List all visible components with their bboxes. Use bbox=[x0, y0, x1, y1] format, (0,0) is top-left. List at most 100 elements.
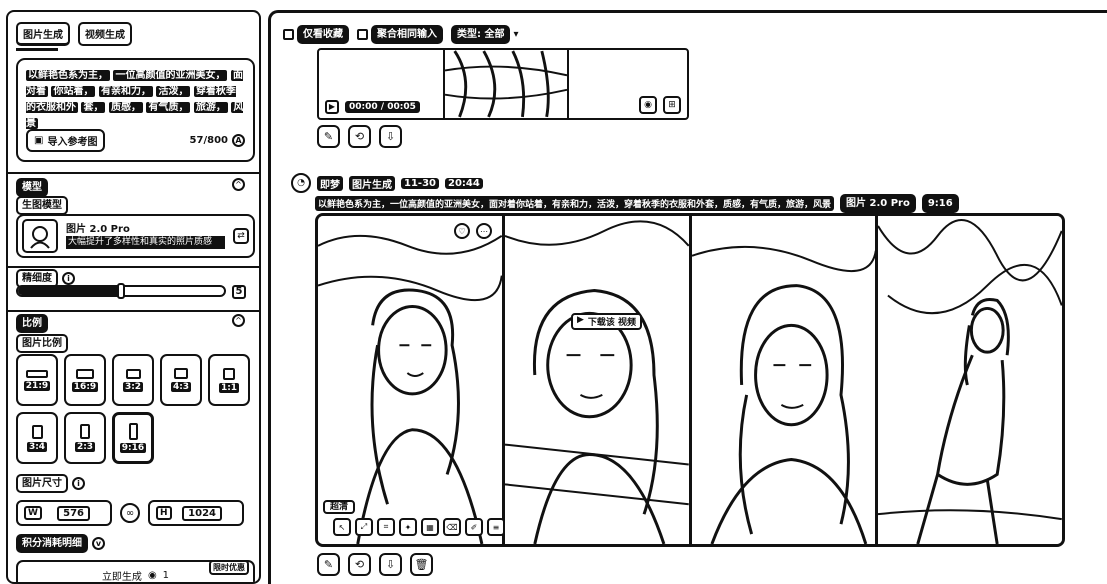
prompt-segment: 有亲和力， bbox=[98, 86, 153, 97]
video-controls: ▶ 00:00 / 00:05 bbox=[325, 100, 420, 114]
result-image[interactable] bbox=[691, 216, 879, 544]
cursor-icon[interactable]: ↖ bbox=[333, 518, 351, 536]
magic-icon[interactable]: ✦ bbox=[399, 518, 417, 536]
generate-label: 立即生成 bbox=[101, 571, 142, 583]
checkbox-icon[interactable] bbox=[283, 29, 294, 40]
height-value[interactable]: 1024 bbox=[182, 505, 222, 521]
regenerate-icon[interactable]: ⟲ bbox=[348, 553, 371, 576]
result-image[interactable] bbox=[504, 216, 692, 544]
ratio-sub-title: 图片比例 bbox=[16, 334, 68, 353]
collapse-icon[interactable]: ^ bbox=[232, 178, 245, 191]
prompt-segment: 质感， bbox=[108, 102, 143, 113]
chevron-down-icon[interactable]: v bbox=[92, 537, 105, 550]
hd-badge-wrap: 超清 bbox=[323, 499, 356, 514]
ratio-option[interactable]: 9:16 bbox=[112, 412, 154, 464]
ratio-shape-icon bbox=[223, 367, 235, 380]
record-app: 即梦 bbox=[317, 175, 343, 191]
portrait-image bbox=[878, 218, 1062, 544]
prompt-footer: ▣ 导入参考图 57/800 A bbox=[26, 129, 245, 152]
ratio-option[interactable]: 3:4 bbox=[16, 412, 58, 464]
type-label: 类型: 全部 bbox=[451, 25, 511, 44]
more-icon[interactable]: ⋯ bbox=[476, 223, 492, 239]
record-ratio-tag: 9:16 bbox=[921, 194, 959, 213]
video-preview[interactable]: ▶ 00:00 / 00:05 ◉ ⊞ bbox=[317, 48, 689, 120]
ratio-label: 1:1 bbox=[218, 382, 240, 393]
generate-button[interactable]: 立即生成 ◉ 1 限时优惠 bbox=[16, 560, 255, 583]
type-filter[interactable]: 类型: 全部 ▾ bbox=[451, 25, 519, 44]
record-prompt-row: 以鲜艳色系为主，一位高颜值的亚洲美女，面对着你站着，有亲和力，活泼，穿着秋季的衣… bbox=[315, 194, 959, 213]
settings-panel: 图片生成 视频生成 以鲜艳色系为主， 一位高颜值的亚洲美女， 面对着 你站着， … bbox=[6, 10, 261, 584]
video-frame-image bbox=[444, 50, 568, 118]
size-inputs: W 576 ∞ H 1024 bbox=[16, 500, 255, 526]
download-tooltip: ▶ 下载该 视频 bbox=[571, 313, 643, 330]
width-key: W bbox=[24, 506, 42, 520]
crop-icon[interactable]: ⌗ bbox=[377, 518, 395, 536]
image-tools: ↖ ⤢ ⌗ ✦ ▦ ⌫ ✐ ≡ bbox=[333, 518, 505, 536]
slider-handle[interactable] bbox=[117, 283, 125, 299]
play-icon[interactable]: ▶ bbox=[325, 100, 339, 114]
ratio-option[interactable]: 21:9 bbox=[16, 354, 58, 406]
record-prompt[interactable]: 以鲜艳色系为主，一位高颜值的亚洲美女，面对着你站着，有亲和力，活泼，穿着秋季的衣… bbox=[315, 196, 835, 211]
download-icon[interactable]: ⇩ bbox=[379, 553, 402, 576]
prompt-segment: 以鲜艳色系为主， bbox=[26, 70, 110, 81]
ratio-option[interactable]: 1:1 bbox=[208, 354, 250, 406]
cost-row[interactable]: 积分消耗明细 v bbox=[16, 534, 105, 553]
generate-cost: 1 bbox=[162, 569, 170, 581]
edit-icon[interactable]: ✎ bbox=[317, 553, 340, 576]
result-image[interactable] bbox=[878, 216, 1062, 544]
prompt-text[interactable]: 以鲜艳色系为主， 一位高颜值的亚洲美女， 面对着 你站着， 有亲和力， 活泼， … bbox=[26, 68, 245, 132]
result-image[interactable] bbox=[318, 216, 505, 544]
record-model-tag: 图片 2.0 Pro bbox=[840, 194, 916, 213]
frame-icon[interactable]: ▦ bbox=[421, 518, 439, 536]
info-icon[interactable]: A bbox=[232, 134, 245, 147]
chevron-down-icon: ▾ bbox=[513, 29, 519, 40]
ratio-option[interactable]: 16:9 bbox=[64, 354, 106, 406]
edit-icon[interactable]: ✎ bbox=[317, 125, 340, 148]
download-tooltip-text: 下载该 视频 bbox=[587, 318, 637, 328]
collapse-icon[interactable]: ^ bbox=[232, 314, 245, 327]
checkbox-icon[interactable] bbox=[357, 29, 368, 40]
width-field[interactable]: W 576 bbox=[16, 500, 112, 526]
eye-icon[interactable]: ◉ bbox=[639, 96, 657, 114]
tab-video-generation[interactable]: 视频生成 bbox=[78, 22, 132, 46]
upload-reference-button[interactable]: ▣ 导入参考图 bbox=[26, 129, 106, 152]
link-icon[interactable]: ∞ bbox=[120, 503, 140, 523]
layers-icon[interactable]: ≡ bbox=[487, 518, 505, 536]
delete-icon[interactable]: 🗑 bbox=[410, 553, 433, 576]
portrait-image bbox=[318, 234, 502, 544]
ratio-label: 16:9 bbox=[71, 381, 99, 392]
help-icon[interactable]: i bbox=[62, 272, 75, 285]
prompt-segment: 活泼， bbox=[156, 86, 191, 97]
ratio-option[interactable]: 3:2 bbox=[112, 354, 154, 406]
eraser-icon[interactable]: ⌫ bbox=[443, 518, 461, 536]
fullscreen-icon[interactable]: ⊞ bbox=[663, 96, 681, 114]
model-thumbnail bbox=[22, 219, 58, 253]
tab-image-generation[interactable]: 图片生成 bbox=[16, 22, 70, 46]
ratio-option[interactable]: 2:3 bbox=[64, 412, 106, 464]
detail-slider[interactable] bbox=[16, 283, 226, 299]
ratio-shape-icon bbox=[76, 368, 94, 379]
divider bbox=[8, 172, 259, 174]
brush-icon[interactable]: ✐ bbox=[465, 518, 483, 536]
divider bbox=[8, 310, 259, 312]
record-header: ◔ 即梦 图片生成 11-30 20:44 bbox=[291, 173, 483, 193]
ratio-shape-icon bbox=[26, 369, 48, 378]
prompt-input[interactable]: 以鲜艳色系为主， 一位高颜值的亚洲美女， 面对着 你站着， 有亲和力， 活泼， … bbox=[16, 58, 255, 162]
filter-bar: 仅看收藏 聚合相同输入 类型: 全部 ▾ bbox=[283, 25, 519, 44]
prompt-segment: 旅游， bbox=[193, 102, 228, 113]
help-icon[interactable]: i bbox=[72, 477, 85, 490]
upload-reference-label: 导入参考图 bbox=[47, 137, 98, 148]
expand-icon[interactable]: ⤢ bbox=[355, 518, 373, 536]
swap-model-icon[interactable]: ⇄ bbox=[233, 228, 249, 244]
favorites-filter[interactable]: 仅看收藏 bbox=[283, 25, 349, 44]
ratio-option[interactable]: 4:3 bbox=[160, 354, 202, 406]
download-icon[interactable]: ⇩ bbox=[379, 125, 402, 148]
model-selector[interactable]: 图片 2.0 Pro 大幅提升了多样性和真实的照片质感 ⇄ bbox=[16, 214, 255, 258]
merge-filter[interactable]: 聚合相同输入 bbox=[357, 25, 443, 44]
favorite-icon[interactable]: ♡ bbox=[454, 223, 470, 239]
hd-badge[interactable]: 超清 bbox=[323, 500, 356, 514]
height-field[interactable]: H 1024 bbox=[148, 500, 244, 526]
regenerate-icon[interactable]: ⟲ bbox=[348, 125, 371, 148]
width-value[interactable]: 576 bbox=[57, 505, 90, 521]
model-info: 图片 2.0 Pro 大幅提升了多样性和真实的照片质感 bbox=[66, 223, 225, 249]
